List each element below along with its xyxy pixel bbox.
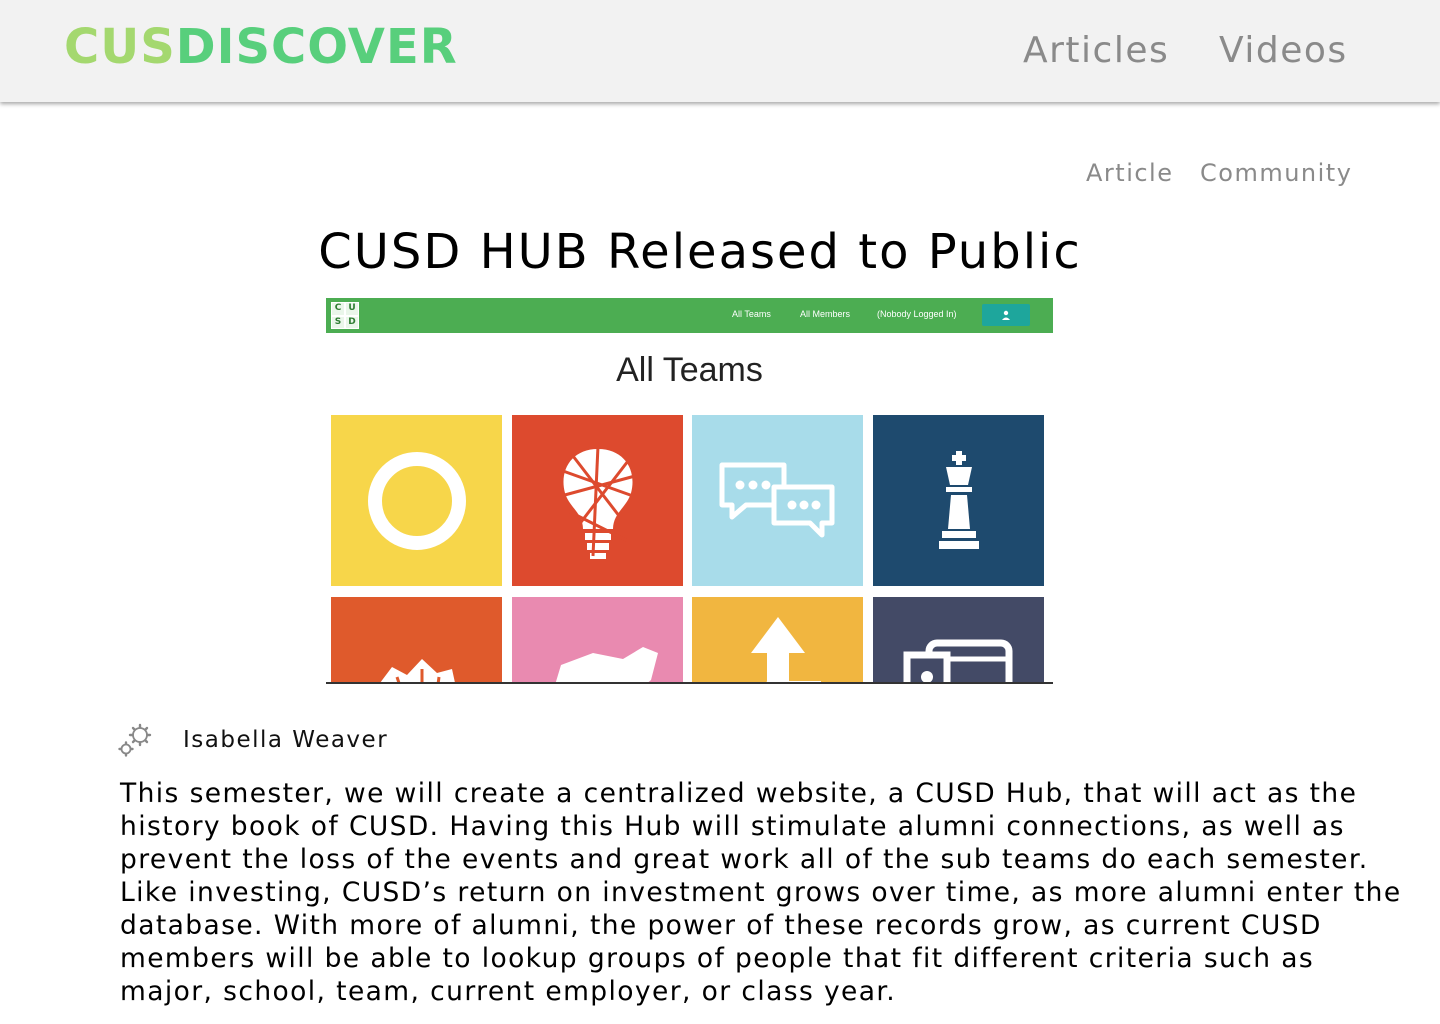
hub-nav-all-teams: All Teams: [732, 309, 771, 319]
hub-logo-letter: S: [332, 316, 344, 328]
arrow-up-icon: [750, 617, 821, 682]
hub-user-button: [982, 304, 1030, 326]
team-tile: [692, 415, 863, 586]
site-logo[interactable]: CUSDISCOVER: [64, 18, 458, 76]
team-tile: [692, 597, 863, 682]
hub-heading: All Teams: [616, 351, 763, 389]
nav-articles-link[interactable]: Articles: [1023, 28, 1169, 74]
lightbulb-icon: [560, 445, 635, 559]
logo-part-discover: DISCOVER: [175, 19, 458, 75]
subnav-community-link[interactable]: Community: [1200, 158, 1352, 188]
chat-bubbles-icon: [719, 462, 834, 537]
article-image: C U S D All Teams All Members (Nobody Lo…: [326, 298, 1053, 684]
top-navbar: CUSDISCOVER Articles Videos: [0, 0, 1440, 102]
hub-nav-login-status: (Nobody Logged In): [877, 309, 957, 319]
team-tile: [512, 597, 683, 682]
hub-logo-letter: D: [346, 316, 358, 328]
devices-icon: [903, 639, 1012, 682]
subnav-article-link[interactable]: Article: [1086, 158, 1174, 188]
hand-icon: [380, 659, 455, 682]
article-title: CUSD HUB Released to Public: [318, 224, 1082, 280]
article-body: This semester, we will create a centrali…: [120, 778, 1402, 1007]
swirl-icon: [367, 451, 466, 550]
map-icon: [555, 647, 658, 682]
team-tile: [331, 597, 502, 682]
hub-logo: C U S D: [331, 302, 359, 329]
chess-king-icon: [938, 450, 979, 549]
team-tile: [512, 415, 683, 586]
team-tile: [331, 415, 502, 586]
user-icon: [1002, 310, 1010, 320]
hub-logo-letter: C: [332, 303, 344, 315]
gear-icon: [118, 723, 152, 757]
team-tile: [873, 597, 1044, 682]
team-tile: [873, 415, 1044, 586]
hub-logo-letter: U: [346, 303, 358, 315]
nav-videos-link[interactable]: Videos: [1219, 28, 1348, 74]
hub-nav-all-members: All Members: [800, 309, 851, 319]
author-name: Isabella Weaver: [183, 727, 389, 753]
logo-part-cus: CUS: [64, 19, 176, 75]
